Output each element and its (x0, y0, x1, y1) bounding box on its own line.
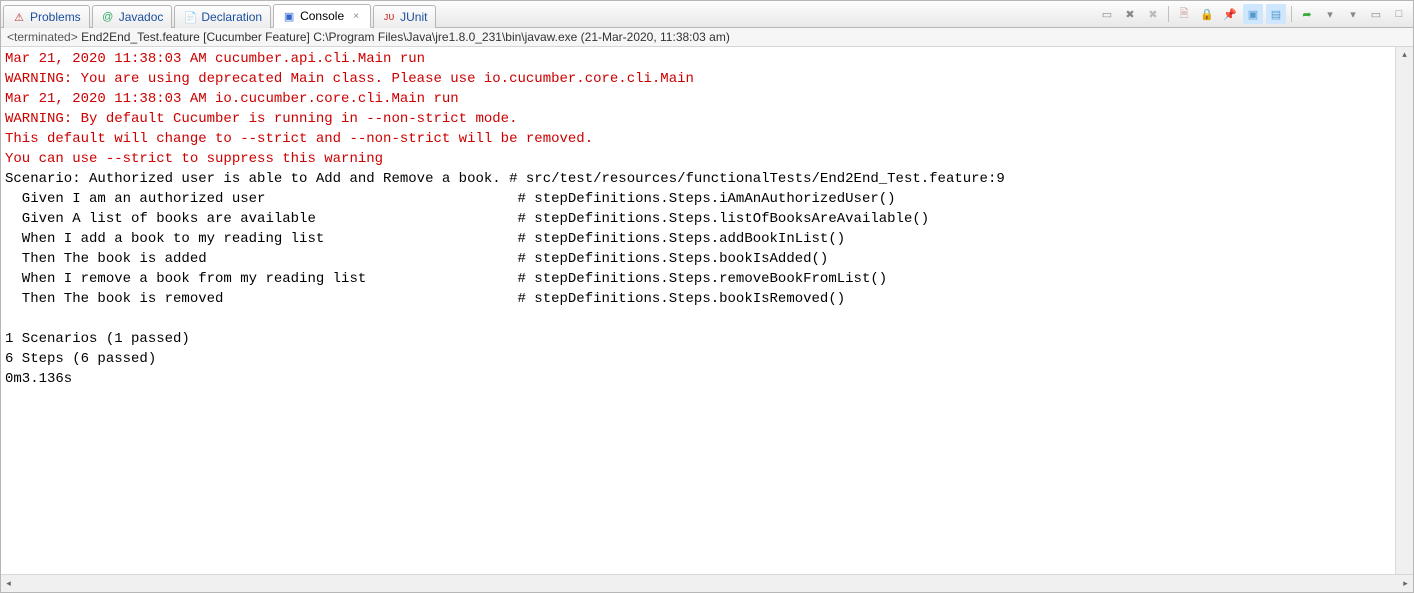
console-toolbar: ▭✖✖🗎🔒📌▣▤➦▾▾▭□ (1097, 3, 1409, 25)
hscroll-track[interactable] (16, 575, 1398, 592)
minimize-icon[interactable]: ▭ (1366, 4, 1386, 24)
view-menu-icon[interactable]: ▾ (1343, 4, 1363, 24)
tab-problems[interactable]: ⚠ Problems (3, 5, 90, 28)
toolbar-separator (1168, 6, 1169, 22)
tab-junit[interactable]: ᴊᴜ JUnit (373, 5, 436, 28)
remove-all-terminated-icon[interactable]: ✖ (1143, 4, 1163, 24)
tab-console[interactable]: ▣ Console × (273, 4, 371, 28)
tab-javadoc[interactable]: @ Javadoc (92, 5, 173, 28)
scroll-lock-icon[interactable]: 🔒 (1197, 4, 1217, 24)
terminated-label: <terminated> (7, 30, 78, 44)
tab-label: Console (300, 9, 344, 23)
problems-icon: ⚠ (12, 10, 26, 24)
tab-label: JUnit (400, 10, 427, 24)
console-status-line: <terminated> End2End_Test.feature [Cucum… (1, 28, 1413, 47)
console-dropdown-icon[interactable]: ▾ (1320, 4, 1340, 24)
clear-icon[interactable]: 🗎 (1174, 4, 1194, 24)
launch-description: End2End_Test.feature [Cucumber Feature] … (81, 30, 730, 44)
tab-label: Javadoc (119, 10, 164, 24)
remove-all-icon[interactable]: ✖ (1120, 4, 1140, 24)
pin-icon[interactable]: 📌 (1220, 4, 1240, 24)
open-console-icon[interactable]: ▤ (1266, 4, 1286, 24)
close-tab-icon[interactable]: × (350, 10, 362, 22)
tab-declaration[interactable]: 📄 Declaration (174, 5, 271, 28)
declaration-icon: 📄 (183, 10, 197, 24)
console-output-wrap: Mar 21, 2020 11:38:03 AM cucumber.api.cl… (1, 47, 1413, 592)
maximize-icon[interactable]: □ (1389, 4, 1409, 24)
new-console-icon[interactable]: ➦ (1297, 4, 1317, 24)
console-body-text: Scenario: Authorized user is able to Add… (5, 171, 1005, 387)
toolbar-separator (1291, 6, 1292, 22)
console-warning-text: Mar 21, 2020 11:38:03 AM cucumber.api.cl… (5, 51, 694, 167)
display-selected-icon[interactable]: ▣ (1243, 4, 1263, 24)
scroll-up-icon[interactable]: ▴ (1397, 47, 1412, 62)
tab-label: Problems (30, 10, 81, 24)
scroll-right-icon[interactable]: ▸ (1398, 576, 1413, 591)
horizontal-scrollbar[interactable]: ◂ ▸ (1, 574, 1413, 592)
view-tab-bar: ⚠ Problems @ Javadoc 📄 Declaration ▣ Console × ᴊᴜ… (1, 1, 1413, 28)
junit-icon: ᴊᴜ (382, 10, 396, 24)
console-output[interactable]: Mar 21, 2020 11:38:03 AM cucumber.api.cl… (1, 47, 1413, 574)
console-icon: ▣ (282, 9, 296, 23)
tab-label: Declaration (201, 10, 262, 24)
console-view-window: ⚠ Problems @ Javadoc 📄 Declaration ▣ Console × ᴊᴜ… (0, 0, 1414, 593)
remove-launch-icon[interactable]: ▭ (1097, 4, 1117, 24)
javadoc-icon: @ (101, 10, 115, 24)
vertical-scrollbar[interactable]: ▴ (1395, 47, 1413, 574)
scroll-left-icon[interactable]: ◂ (1, 576, 16, 591)
